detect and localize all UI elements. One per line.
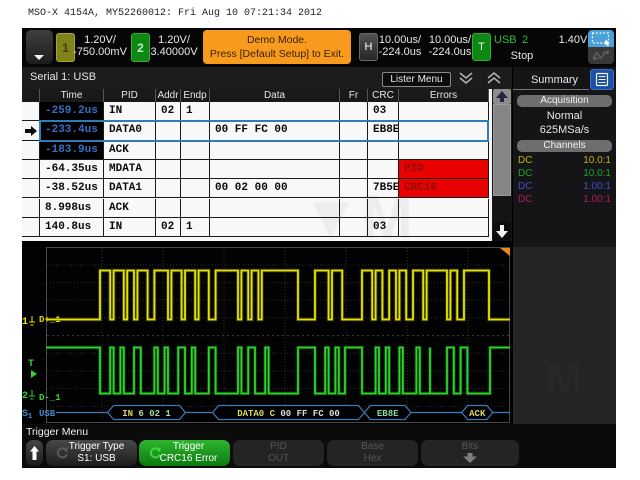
svg-text:ACK: ACK [469, 409, 486, 419]
svg-text:USB: USB [39, 409, 56, 419]
svg-text:T: T [28, 359, 34, 370]
svg-text:EB8E: EB8E [377, 409, 399, 419]
svg-text:D-_1: D-_1 [39, 393, 61, 403]
svg-text:IN 6 02 1: IN 6 02 1 [122, 409, 171, 419]
svg-text:D+_1: D+_1 [39, 315, 61, 325]
svg-text:2: 2 [22, 391, 28, 402]
svg-text:DATA0 C 00 FF FC 00: DATA0 C 00 FF FC 00 [237, 409, 340, 419]
svg-text:1: 1 [22, 317, 28, 328]
